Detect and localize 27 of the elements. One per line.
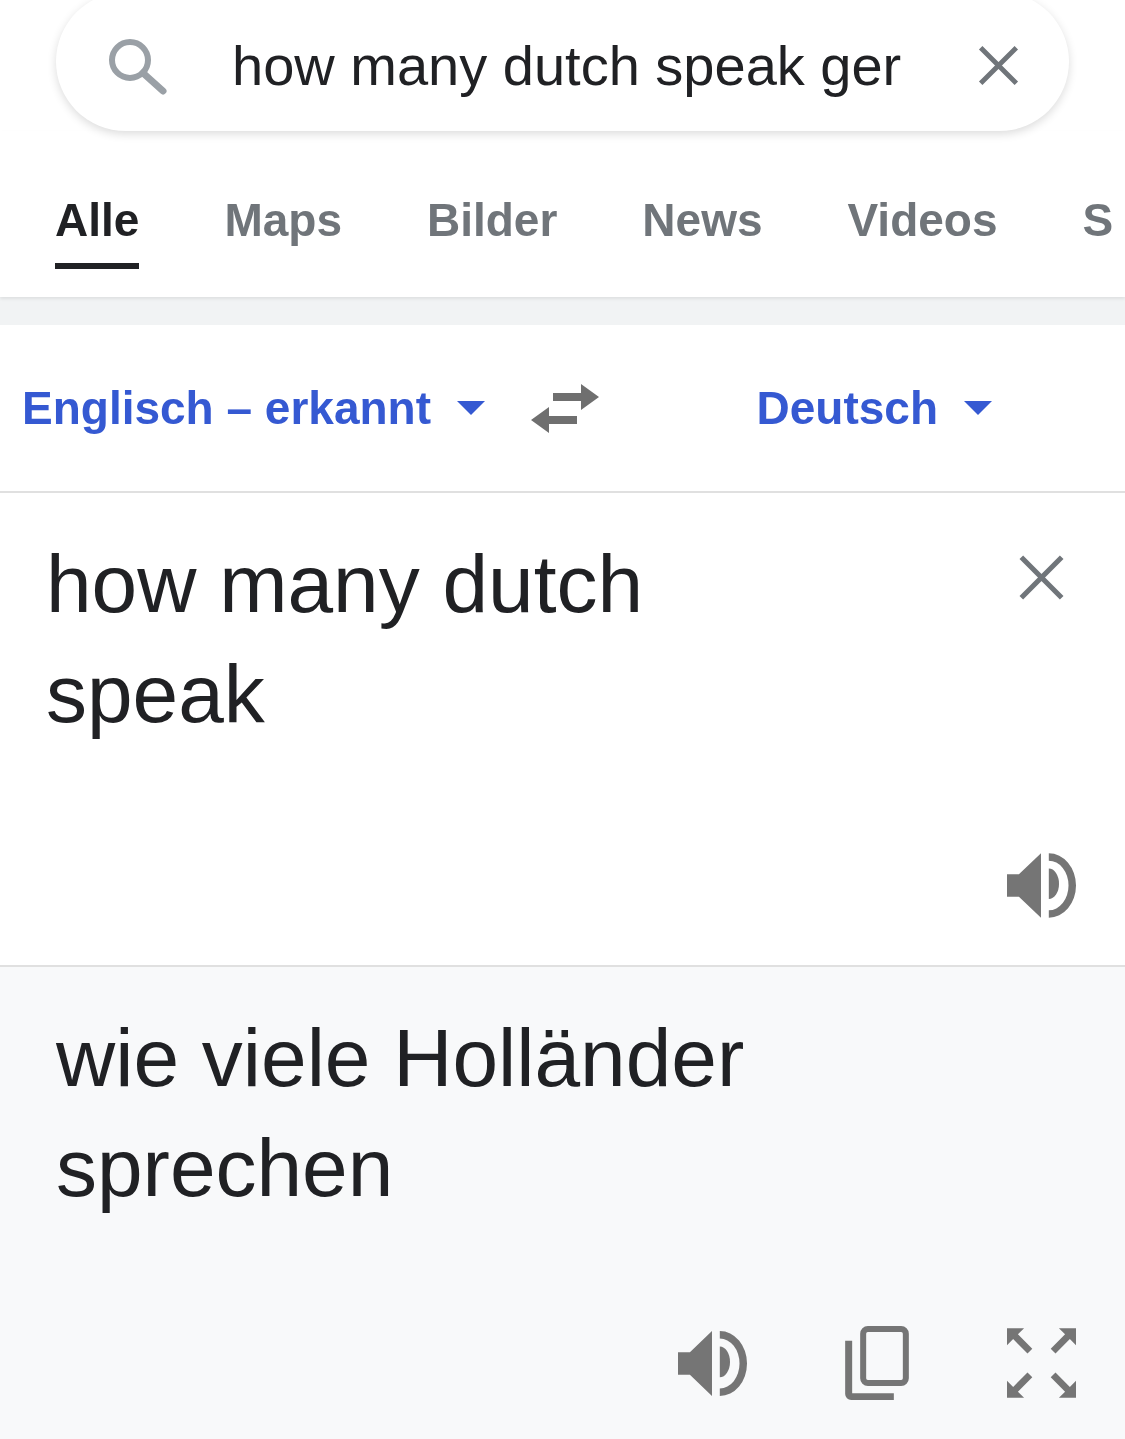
tab[interactable]: Alle — [55, 192, 140, 269]
swap-languages-button[interactable] — [531, 383, 599, 433]
tab[interactable]: Maps — [224, 192, 342, 269]
speaker-icon — [1007, 853, 1076, 918]
close-icon — [976, 43, 1021, 88]
tab[interactable]: Videos — [847, 192, 998, 269]
search-field[interactable]: how many dutch speak ger — [56, 0, 1069, 131]
swap-arrows-icon — [531, 383, 599, 433]
clear-search-button[interactable] — [976, 43, 1021, 88]
tab[interactable]: S — [1082, 192, 1114, 269]
caret-icon — [457, 401, 485, 415]
tab[interactable]: News — [642, 192, 763, 269]
speaker-icon — [678, 1330, 747, 1396]
target-language-button[interactable]: Deutsch — [756, 380, 992, 436]
tab[interactable]: Bilder — [426, 192, 558, 269]
source-text-field[interactable]: how many dutch speak — [46, 529, 826, 749]
search-query-text: how many dutch speak ger — [232, 32, 902, 99]
listen-button[interactable] — [678, 1330, 747, 1396]
fullscreen-button[interactable] — [1007, 1328, 1076, 1398]
caret-icon — [964, 401, 992, 415]
expand-arrows-icon — [1007, 1328, 1076, 1398]
copy-icon — [845, 1326, 909, 1400]
copy-button[interactable] — [845, 1326, 909, 1400]
listen-button[interactable] — [1007, 853, 1076, 918]
source-language-button[interactable]: Englisch – erkannt — [22, 380, 485, 436]
translation-text: wie viele Holländer sprechen — [56, 1011, 746, 1215]
search-icon — [107, 36, 167, 95]
